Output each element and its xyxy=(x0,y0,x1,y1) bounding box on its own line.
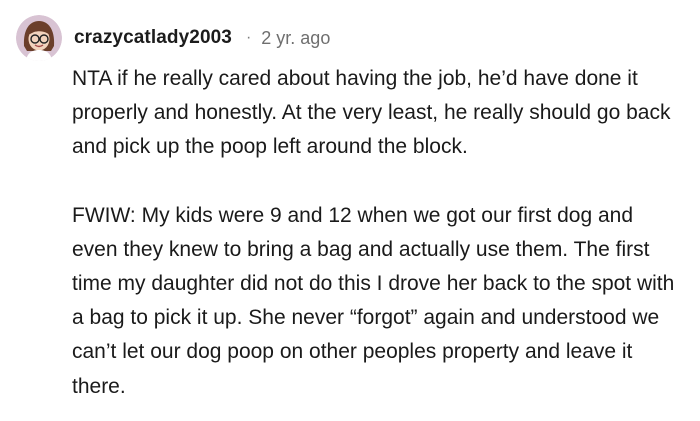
user-avatar-icon[interactable] xyxy=(16,15,62,61)
meta-separator: · xyxy=(245,29,252,46)
comment-body: NTA if he really cared about having the … xyxy=(72,62,682,404)
comment-timestamp: 2 yr. ago xyxy=(261,27,331,48)
author-username[interactable]: crazycatlady2003 xyxy=(74,27,232,49)
comment-card: crazycatlady2003 · 2 yr. ago NTA if he r… xyxy=(0,0,700,421)
cartoon-girl-with-glasses-avatar-icon xyxy=(16,15,62,61)
comment-header: crazycatlady2003 · 2 yr. ago xyxy=(16,10,330,66)
comment-paragraph: FWIW: My kids were 9 and 12 when we got … xyxy=(72,203,675,398)
comment-paragraph: NTA if he really cared about having the … xyxy=(72,67,671,159)
